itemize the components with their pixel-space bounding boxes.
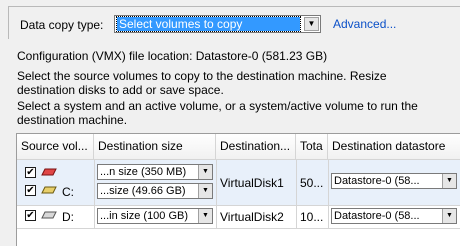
row-2-source: C:	[62, 185, 74, 199]
column-source-volume[interactable]: Source vol...	[17, 134, 94, 159]
table-header: Source vol... Destination size Destinati…	[17, 134, 460, 160]
instruction-line-4: destination machine.	[17, 113, 128, 127]
row-3-dest-disk: VirtualDisk2	[220, 210, 284, 224]
column-divider	[296, 159, 297, 229]
chevron-down-icon[interactable]: ▼	[442, 174, 456, 188]
row-divider	[17, 205, 460, 206]
column-divider	[94, 159, 95, 229]
column-divider	[328, 159, 329, 229]
column-destination-datastore[interactable]: Destination datastore	[328, 134, 460, 159]
yellow-drive-icon	[41, 186, 57, 194]
row-1-total: 50...	[300, 176, 324, 190]
config-location-text: Configuration (VMX) file location: Datas…	[17, 49, 328, 63]
row-3-checkbox[interactable]: ✔	[25, 210, 36, 221]
chevron-down-icon[interactable]: ▼	[198, 184, 212, 198]
gray-drive-icon	[41, 211, 57, 219]
row-3-source: D:	[62, 210, 74, 224]
row-3-datastore: Datastore-0 (58...	[334, 210, 420, 222]
red-drive-icon	[41, 168, 57, 176]
instruction-line-1: Select the source volumes to copy to the…	[17, 69, 387, 83]
copy-type-dropdown[interactable]: Select volumes to copy ▼	[114, 15, 321, 33]
row-1-dest-disk: VirtualDisk1	[220, 176, 284, 190]
instruction-line-3: Select a system and an active volume, or…	[17, 99, 418, 113]
copy-type-label: Data copy type:	[20, 18, 104, 32]
row-3-datastore-dropdown[interactable]: Datastore-0 (58... ▼	[331, 208, 457, 224]
row-divider	[17, 228, 460, 229]
advanced-link[interactable]: Advanced...	[333, 17, 396, 31]
chevron-down-icon[interactable]: ▼	[198, 165, 212, 179]
row-2-checkbox[interactable]: ✔	[25, 185, 36, 196]
row-2-dest-size: ...size (49.66 GB)	[100, 185, 186, 197]
row-3-total: 10...	[300, 210, 324, 224]
copy-type-value: Select volumes to copy	[116, 16, 301, 32]
row-1-dest-size: ...n size (350 MB)	[100, 166, 187, 178]
column-total[interactable]: Tota	[296, 134, 328, 159]
chevron-down-icon[interactable]: ▼	[304, 17, 319, 31]
column-destination-size[interactable]: Destination size	[94, 134, 216, 159]
row-1-datastore-dropdown[interactable]: Datastore-0 (58... ▼	[331, 173, 457, 189]
row-3-dest-size: ...in size (100 GB)	[100, 210, 189, 222]
chevron-down-icon[interactable]: ▼	[198, 209, 212, 223]
instruction-line-2: destination disks to add or save space.	[17, 83, 224, 97]
volumes-table: Source vol... Destination size Destinati…	[16, 133, 460, 246]
row-2-dest-size-dropdown[interactable]: ...size (49.66 GB) ▼	[97, 183, 213, 199]
row-1-datastore: Datastore-0 (58...	[334, 175, 420, 187]
row-1-dest-size-dropdown[interactable]: ...n size (350 MB) ▼	[97, 164, 213, 180]
row-3-dest-size-dropdown[interactable]: ...in size (100 GB) ▼	[97, 208, 213, 224]
chevron-down-icon[interactable]: ▼	[442, 209, 456, 223]
column-destination-disk[interactable]: Destination...	[216, 134, 296, 159]
column-divider	[216, 159, 217, 229]
row-1-checkbox[interactable]: ✔	[25, 167, 36, 178]
